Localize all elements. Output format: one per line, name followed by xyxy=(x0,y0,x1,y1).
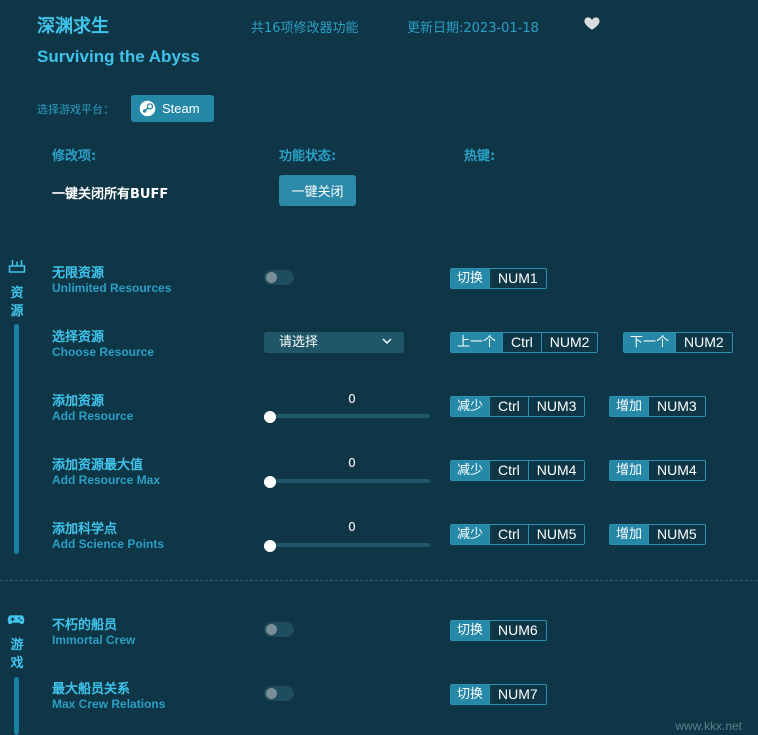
slider-thumb[interactable] xyxy=(264,540,276,552)
row-label-en: Immortal Crew xyxy=(52,633,136,647)
steam-icon xyxy=(139,100,156,117)
row-label-en: Max Crew Relations xyxy=(52,697,166,711)
column-hotkey: 热键: xyxy=(464,149,496,164)
row-label-en: Add Resource xyxy=(52,409,134,423)
row-label-cn: 无限资源 xyxy=(52,266,105,281)
feature-count: 共16项修改器功能 xyxy=(251,21,359,36)
hotkey-next-num2[interactable]: 下一个 NUM2 xyxy=(623,332,733,353)
section-divider xyxy=(0,580,758,581)
row-label-cn: 不朽的船员 xyxy=(52,618,118,633)
heart-icon[interactable] xyxy=(583,14,601,32)
row-label-en: Add Science Points xyxy=(52,537,165,551)
platform-label: 选择游戏平台： xyxy=(37,103,114,116)
row-label-cn: 最大船员关系 xyxy=(52,682,131,697)
watermark: www.kkx.net xyxy=(675,719,742,733)
row-label-cn: 添加资源最大值 xyxy=(52,458,144,473)
chevron-down-icon xyxy=(382,338,392,344)
add-resource-max-slider[interactable] xyxy=(270,479,430,483)
close-all-buff-label: 一键关闭所有BUFF xyxy=(52,187,169,202)
hotkey-decrease-ctrl-num4[interactable]: 减少 Ctrl NUM4 xyxy=(450,460,586,481)
immortal-crew-toggle[interactable] xyxy=(264,622,294,637)
hotkey-toggle-num1[interactable]: 切换 NUM1 xyxy=(450,268,547,289)
close-all-buff-button[interactable]: 一键关闭 xyxy=(279,175,356,206)
slider-thumb[interactable] xyxy=(264,476,276,488)
page-subtitle: Surviving the Abyss xyxy=(37,47,200,66)
steam-label: Steam xyxy=(162,101,200,116)
hotkey-decrease-ctrl-num5[interactable]: 减少 Ctrl NUM5 xyxy=(450,524,586,545)
add-science-points-slider[interactable] xyxy=(270,543,430,547)
row-label-en: Unlimited Resources xyxy=(52,281,172,295)
slider-value: 0 xyxy=(348,456,356,470)
slider-thumb[interactable] xyxy=(264,411,276,423)
gamepad-icon xyxy=(7,615,25,625)
update-date: 更新日期:2023-01-18 xyxy=(407,21,539,36)
hotkey-increase-num4[interactable]: 增加 NUM4 xyxy=(609,460,706,481)
hotkey-toggle-num6[interactable]: 切换 NUM6 xyxy=(450,620,547,641)
section-resource-bar xyxy=(14,324,19,554)
choose-resource-select[interactable]: 请选择 xyxy=(264,332,404,353)
section-game-label: 游 戏 xyxy=(10,638,24,671)
section-game-bar xyxy=(14,677,19,735)
column-item: 修改项: xyxy=(52,149,97,164)
row-label-cn: 选择资源 xyxy=(52,330,105,345)
page-title: 深渊求生 xyxy=(37,16,109,37)
unlimited-resources-toggle[interactable] xyxy=(264,270,294,285)
row-label-en: Choose Resource xyxy=(52,345,155,359)
row-label-en: Add Resource Max xyxy=(52,473,161,487)
section-resource-label: 资 源 xyxy=(10,286,24,319)
slider-value: 0 xyxy=(348,520,356,534)
hotkey-increase-num5[interactable]: 增加 NUM5 xyxy=(609,524,706,545)
hotkey-decrease-ctrl-num3[interactable]: 减少 Ctrl NUM3 xyxy=(450,396,586,417)
resource-icon xyxy=(8,260,26,273)
add-resource-slider[interactable] xyxy=(270,414,430,418)
hotkey-toggle-num7[interactable]: 切换 NUM7 xyxy=(450,684,547,705)
column-status: 功能状态: xyxy=(279,149,337,164)
row-label-cn: 添加资源 xyxy=(52,394,105,409)
row-label-cn: 添加科学点 xyxy=(52,522,118,537)
slider-value: 0 xyxy=(348,392,356,406)
steam-platform-button[interactable]: Steam xyxy=(131,95,214,122)
max-crew-relations-toggle[interactable] xyxy=(264,686,294,701)
hotkey-increase-num3[interactable]: 增加 NUM3 xyxy=(609,396,706,417)
hotkey-prev-ctrl-num2[interactable]: 上一个 Ctrl NUM2 xyxy=(450,332,599,353)
